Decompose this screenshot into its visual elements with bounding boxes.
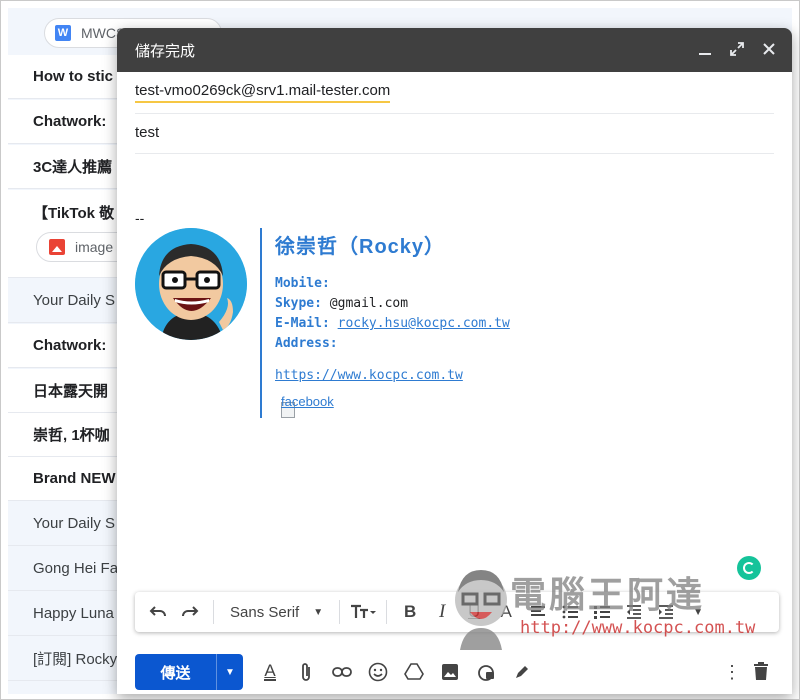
numbered-list-icon[interactable] [557, 598, 583, 626]
image-chip-label: image [75, 239, 114, 255]
toolbar-divider [339, 600, 341, 624]
inbox-row-subject: Brand NEW [33, 470, 116, 487]
google-drive-icon[interactable] [401, 658, 427, 686]
skype-label: Skype: [275, 296, 322, 311]
inbox-row-subject: Happy Luna [33, 605, 114, 622]
compose-header[interactable]: 儲存完成 [117, 28, 792, 72]
indent-less-icon[interactable] [621, 598, 647, 626]
insert-photo-icon[interactable] [437, 658, 463, 686]
divider [135, 153, 774, 154]
more-options-icon[interactable]: ⋮ [723, 660, 741, 684]
grammarly-icon[interactable] [737, 556, 761, 580]
font-family-select[interactable]: Sans Serif ▼ [224, 604, 329, 621]
inbox-row-subject: Gong Hei Fa [33, 560, 119, 577]
attach-file-icon[interactable] [293, 658, 319, 686]
email-link[interactable]: rocky.hsu@kocpc.com.tw [338, 316, 510, 331]
fullscreen-icon[interactable] [728, 40, 746, 58]
underline-icon[interactable]: U [461, 598, 487, 626]
inbox-row-subject: 【TikTok 敬 [33, 205, 115, 222]
email-label: E-Mail: [275, 316, 330, 331]
indent-more-icon[interactable] [653, 598, 679, 626]
window-controls [696, 40, 778, 58]
signature-avatar [135, 228, 247, 340]
toolbar-divider [386, 600, 388, 624]
confidential-mode-icon[interactable] [473, 658, 499, 686]
bulleted-list-icon[interactable] [589, 598, 615, 626]
signature-pen-icon[interactable] [509, 658, 535, 686]
chevron-down-icon: ▼ [313, 606, 324, 618]
signature-name: 徐崇哲（Rocky） [275, 236, 446, 258]
undo-icon[interactable] [145, 598, 171, 626]
more-formatting-icon[interactable]: ▼ [685, 598, 711, 626]
signature-accent-bar [260, 228, 262, 418]
send-options-icon[interactable]: ▼ [216, 654, 243, 690]
subject-field[interactable]: test [135, 124, 159, 141]
text-color-icon[interactable]: A [493, 598, 519, 626]
close-icon[interactable] [760, 40, 778, 58]
discard-draft-icon[interactable] [753, 662, 769, 680]
image-icon [49, 239, 65, 255]
facebook-link[interactable]: facebook [281, 394, 334, 409]
compose-window: 儲存完成 test-vmo0269ck@srv1.mail-tester.com… [117, 28, 792, 694]
skype-value: @gmail.com [329, 296, 409, 311]
signature-details: Mobile: Skype: @gmail.com E-Mail: rocky.… [275, 274, 510, 354]
compose-title: 儲存完成 [135, 42, 196, 60]
divider [135, 113, 774, 114]
redo-icon[interactable] [177, 598, 203, 626]
inbox-row-subject: Your Daily S [33, 515, 115, 532]
formatting-toolbar: Sans Serif ▼ B I U A ▼ [135, 592, 779, 632]
inbox-row-subject: How to stic [33, 68, 114, 85]
website-link[interactable]: https://www.kocpc.com.tw [275, 368, 463, 383]
emoji-icon[interactable] [365, 658, 391, 686]
address-label: Address: [275, 336, 338, 351]
mobile-label: Mobile: [275, 276, 330, 291]
italic-icon[interactable]: I [429, 598, 455, 626]
recipient-field[interactable]: test-vmo0269ck@srv1.mail-tester.com [135, 82, 391, 103]
font-size-icon[interactable] [350, 598, 377, 626]
inbox-row-subject: Chatwork: [33, 113, 107, 130]
word-doc-icon: W [55, 25, 71, 41]
signature-separator: -- [135, 210, 145, 226]
insert-link-icon[interactable] [329, 658, 355, 686]
inbox-row-subject: [訂閱] Rocky [33, 651, 118, 668]
align-icon[interactable] [525, 598, 551, 626]
inbox-row-subject: 3C達人推薦 [33, 159, 113, 176]
formatting-options-icon[interactable]: A [257, 658, 283, 686]
send-button[interactable]: 傳送 ▼ [135, 654, 243, 690]
minimize-icon[interactable] [696, 40, 714, 58]
bold-icon[interactable]: B [397, 598, 423, 626]
inbox-row-subject: 日本露天開 [33, 383, 109, 400]
toolbar-divider [213, 600, 214, 624]
inbox-row-subject: 崇哲, 1杯咖 [33, 427, 110, 444]
send-label: 傳送 [160, 664, 191, 682]
inbox-row-subject: Chatwork: [33, 337, 107, 354]
compose-actions: A [257, 658, 535, 686]
font-family-value: Sans Serif [230, 603, 300, 621]
inbox-row-subject: Your Daily S [33, 292, 115, 309]
